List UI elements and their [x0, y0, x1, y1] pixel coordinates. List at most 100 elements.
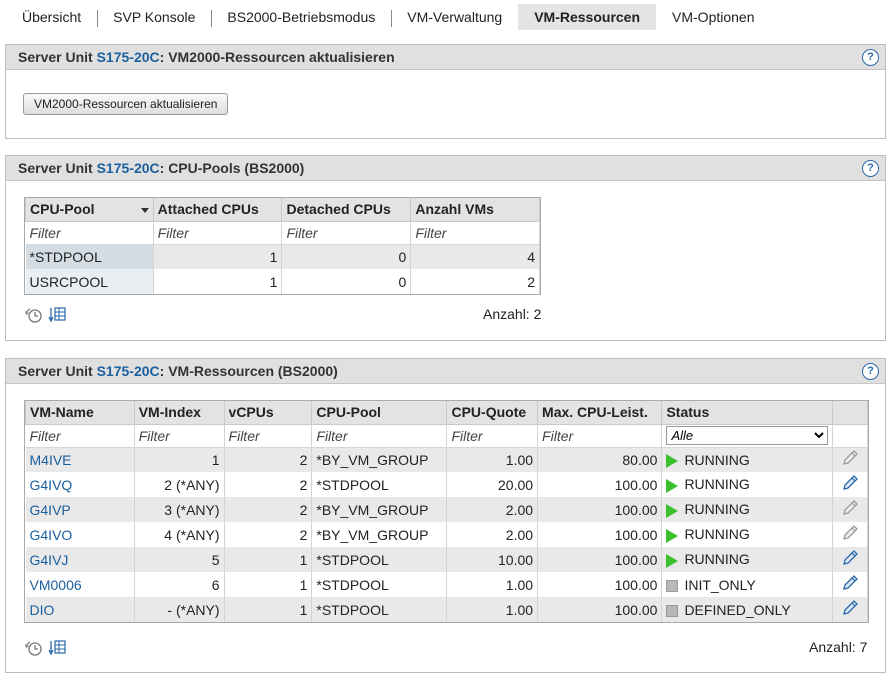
cell-max-cpu: 80.00 — [537, 447, 663, 472]
table-row[interactable]: G4IVJ 5 1 *STDPOOL 10.00 100.00 RUNNING — [25, 547, 868, 572]
filter-vm-name[interactable]: Filter — [25, 424, 135, 448]
filter-cpu-pool[interactable]: Filter — [311, 424, 448, 448]
status-label: RUNNING — [666, 476, 749, 492]
tab-vm-optionen[interactable]: VM-Optionen — [656, 4, 770, 30]
cell-cpu-quote: 1.00 — [446, 572, 539, 597]
tab-vm-verwaltung[interactable]: VM-Verwaltung — [391, 4, 518, 30]
filter-vcpus[interactable]: Filter — [224, 424, 313, 448]
cell-actions — [832, 472, 868, 497]
server-unit-link[interactable]: S175-20C — [97, 160, 160, 176]
status-filter-select[interactable]: Alle — [666, 426, 829, 445]
help-icon[interactable]: ? — [862, 160, 879, 177]
cell-cpu-pool: *STDPOOL — [311, 547, 448, 572]
panel-header: Server Unit S175-20C: VM2000-Ressourcen … — [6, 45, 885, 70]
panel-update-resources: Server Unit S175-20C: VM2000-Ressourcen … — [5, 44, 886, 139]
table-tools — [24, 306, 66, 324]
help-icon[interactable]: ? — [862, 363, 879, 380]
cell-actions — [832, 597, 868, 622]
cell-cpu-quote: 2.00 — [446, 522, 539, 547]
cell-vm-index: 6 — [134, 572, 225, 597]
filter-cpu-pool[interactable]: Filter — [25, 221, 154, 245]
cell-cpu-pool: *STDPOOL — [311, 572, 448, 597]
col-header-attached[interactable]: Attached CPUs — [152, 198, 283, 222]
filter-cpu-quote[interactable]: Filter — [446, 424, 539, 448]
table-row[interactable]: M4IVE 1 2 *BY_VM_GROUP 1.00 80.00 RUNNING — [25, 447, 868, 472]
cell-pool: *STDPOOL — [25, 244, 154, 269]
col-header-anzahl-vms[interactable]: Anzahl VMs — [410, 198, 540, 222]
status-label: RUNNING — [666, 452, 749, 468]
col-header-vcpus[interactable]: vCPUs — [223, 401, 313, 425]
cell-vcpus: 2 — [224, 472, 313, 497]
table-row[interactable]: DIO - (*ANY) 1 *STDPOOL 1.00 100.00 DEFINED_ON… — [25, 597, 868, 622]
filter-max-cpu[interactable]: Filter — [537, 424, 663, 448]
panel-cpu-pools: Server Unit S175-20C: CPU-Pools (BS2000)… — [5, 155, 886, 341]
sort-desc-icon[interactable] — [140, 208, 149, 214]
filter-status-cell: Alle — [661, 424, 834, 448]
col-header-vm-name[interactable]: VM-Name — [25, 401, 135, 425]
cell-vcpus: 1 — [224, 572, 313, 597]
column-config-icon[interactable] — [48, 639, 66, 657]
tab-svp-konsole[interactable]: SVP Konsole — [97, 4, 211, 30]
cell-max-cpu: 100.00 — [537, 522, 663, 547]
edit-pencil-icon[interactable] — [841, 574, 859, 592]
vm-name-link[interactable]: VM0006 — [30, 577, 82, 593]
server-unit-link[interactable]: S175-20C — [97, 363, 160, 379]
cell-cpu-pool: *STDPOOL — [311, 472, 448, 497]
cell-max-cpu: 100.00 — [537, 597, 663, 622]
table-row[interactable]: G4IVQ 2 (*ANY) 2 *STDPOOL 20.00 100.00 RUNNING — [25, 472, 868, 497]
tab-bs2000-betriebsmodus[interactable]: BS2000-Betriebsmodus — [211, 4, 391, 30]
filter-vm-index[interactable]: Filter — [134, 424, 225, 448]
table-row[interactable]: G4IVP 3 (*ANY) 2 *BY_VM_GROUP 2.00 100.00 RUNN… — [25, 497, 868, 522]
edit-pencil-icon — [843, 450, 859, 466]
filter-detached[interactable]: Filter — [281, 221, 412, 245]
help-icon[interactable]: ? — [862, 49, 879, 66]
column-config-icon[interactable] — [48, 306, 66, 324]
vm-name-link[interactable]: DIO — [30, 602, 55, 618]
refresh-clock-icon[interactable] — [24, 639, 44, 657]
tab-vm-ressourcen[interactable]: VM-Ressourcen — [518, 4, 657, 30]
update-resources-button[interactable]: VM2000-Ressourcen aktualisieren — [23, 93, 229, 115]
cell-status: INIT_ONLY — [661, 572, 834, 597]
server-unit-link[interactable]: S175-20C — [97, 49, 160, 65]
table-row[interactable]: USRCPOOL 1 0 2 — [25, 269, 540, 294]
vm-resources-table: VM-Name VM-Index vCPUs CPU-Pool CPU-Quot… — [24, 400, 869, 623]
status-label: DEFINED_ONLY — [684, 601, 791, 618]
col-header-cpu-pool[interactable]: CPU-Pool — [311, 401, 448, 425]
cell-vm-index: 5 — [134, 547, 225, 572]
cell-vm-index: 4 (*ANY) — [134, 522, 225, 547]
vm-name-link[interactable]: G4IVO — [30, 527, 73, 543]
col-header-cpu-pool[interactable]: CPU-Pool — [25, 198, 154, 222]
vm-name-link[interactable]: G4IVJ — [30, 552, 69, 568]
cell-vm-index: 3 (*ANY) — [134, 497, 225, 522]
cell-actions — [832, 522, 868, 547]
col-header-cpu-quote[interactable]: CPU-Quote — [446, 401, 539, 425]
cell-vcpus: 2 — [224, 522, 313, 547]
cell-detached: 0 — [281, 269, 412, 294]
vm-name-link[interactable]: G4IVP — [30, 502, 71, 518]
cell-vm-name: G4IVQ — [25, 472, 135, 497]
cell-status: RUNNING — [661, 547, 834, 572]
cell-status: RUNNING — [661, 447, 834, 472]
edit-pencil-icon — [843, 525, 859, 540]
table-row[interactable]: *STDPOOL 1 0 4 — [25, 244, 540, 269]
vm-name-link[interactable]: M4IVE — [30, 452, 72, 468]
cell-vms: 2 — [410, 269, 540, 294]
edit-pencil-icon[interactable] — [841, 474, 859, 492]
cell-max-cpu: 100.00 — [537, 472, 663, 497]
col-header-status[interactable]: Status — [661, 401, 834, 425]
col-header-max-cpu[interactable]: Max. CPU-Leist. — [537, 401, 663, 425]
status-label: INIT_ONLY — [684, 576, 756, 593]
table-row[interactable]: VM0006 6 1 *STDPOOL 1.00 100.00 INIT_ONLY — [25, 572, 868, 597]
cell-actions — [832, 547, 868, 572]
table-row[interactable]: G4IVO 4 (*ANY) 2 *BY_VM_GROUP 2.00 100.00 RUNN… — [25, 522, 868, 547]
cell-cpu-quote: 1.00 — [446, 447, 539, 472]
col-header-detached[interactable]: Detached CPUs — [281, 198, 412, 222]
edit-pencil-icon[interactable] — [841, 599, 859, 617]
col-header-vm-index[interactable]: VM-Index — [133, 401, 225, 425]
filter-attached[interactable]: Filter — [153, 221, 283, 245]
edit-pencil-icon[interactable] — [841, 549, 859, 567]
filter-anzahl-vms[interactable]: Filter — [410, 221, 540, 245]
tab-uebersicht[interactable]: Übersicht — [6, 4, 97, 30]
vm-name-link[interactable]: G4IVQ — [30, 477, 73, 493]
refresh-clock-icon[interactable] — [24, 306, 44, 324]
